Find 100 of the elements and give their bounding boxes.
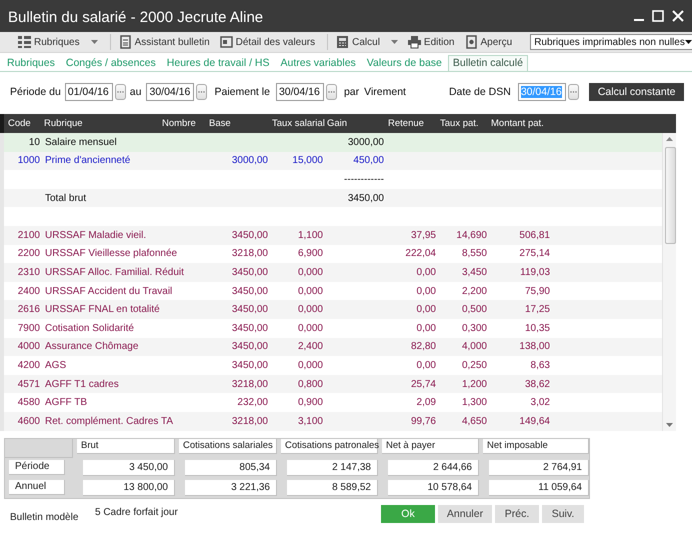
field-label: Paiement le — [214, 86, 270, 98]
scrollbar[interactable] — [662, 133, 676, 430]
column-header: Taux salarial — [271, 118, 323, 129]
table-cell-text: 10 — [28, 136, 40, 148]
table-cell-text: 3,100 — [296, 416, 323, 427]
table-row[interactable]: Total brut 3450,00 — [4, 188, 662, 208]
column-header: Rubrique — [43, 118, 84, 129]
close-icon[interactable] — [672, 10, 684, 22]
scroll-thumb[interactable] — [665, 147, 676, 244]
calc-button[interactable]: Calcul constante — [588, 83, 684, 101]
date-field[interactable]: 30/04/16 — [276, 83, 324, 101]
table-cell-text: 4,000 — [460, 341, 487, 352]
table-cell-text: 0,00 — [416, 304, 436, 316]
toolbar-button[interactable]: Edition — [406, 34, 456, 50]
date-field[interactable]: 01/04/16 — [64, 83, 113, 101]
tab[interactable]: Rubriques — [2, 55, 60, 71]
table-row[interactable]: 2100 URSSAF Maladie vieil. 3450,00 1,100 37,95 14,690 506,81 — [4, 226, 662, 245]
scroll-down-icon — [666, 422, 673, 426]
table-cell-text: 0,00 — [416, 266, 436, 278]
field-label: Période du — [10, 86, 61, 98]
table-cell-text: 75,90 — [524, 286, 550, 297]
table-cell-text: 450,00 — [352, 155, 384, 166]
model-value: 5 Cadre forfait jour — [95, 507, 179, 520]
table-cell-text: 7900 — [16, 322, 40, 334]
table-cell: 2 147,38 — [287, 460, 378, 476]
toolbar-button[interactable]: Assistant bulletin — [116, 34, 212, 50]
table-cell-text: 99,76 — [410, 416, 436, 427]
table-cell-text: 3450,00 — [346, 192, 384, 204]
picker-button[interactable] — [196, 84, 208, 100]
table-cell-text: 6,900 — [296, 248, 323, 260]
table-cell-text: 37,95 — [410, 230, 436, 241]
tab[interactable]: Heures de travail / HS — [162, 55, 274, 71]
column-header: Cotisations patronales — [281, 438, 378, 454]
table-cell-text: 3450,00 — [230, 322, 268, 334]
table-cell-text: 3450,00 — [230, 286, 268, 297]
tab[interactable]: Autres variables — [276, 55, 361, 71]
table-cell-text: 3,02 — [530, 397, 550, 408]
toolbar-button[interactable]: Détail des valeurs — [218, 34, 318, 50]
table-cell-text: 38,62 — [524, 378, 550, 390]
table-cell-text: 0,000 — [296, 360, 323, 371]
table-cell-text: 222,04 — [404, 248, 436, 260]
filter-dropdown[interactable]: Rubriques imprimables non nulles — [530, 34, 692, 50]
table-cell-text: 138,00 — [518, 341, 550, 352]
caret-icon — [390, 40, 398, 44]
table-cell: 13 800,00 — [83, 480, 175, 496]
table-cell-text: 119,03 — [519, 266, 550, 278]
tab[interactable]: Congés / absences — [60, 55, 161, 71]
table-cell-text: 1,100 — [296, 230, 323, 241]
table-cell-text: AGS — [44, 360, 68, 371]
maximize-icon[interactable] — [652, 10, 664, 22]
table-cell-text: 2,400 — [296, 341, 323, 352]
table-cell: 2 764,91 — [489, 460, 589, 476]
table-cell-text: 3,450 — [460, 266, 487, 278]
table-cell-text: 0,300 — [460, 322, 487, 334]
table-cell-text: 2100 — [16, 230, 40, 241]
table-cell-text: 4200 — [16, 360, 40, 371]
dialog-button[interactable]: Annuler — [438, 504, 492, 522]
toolbar-button[interactable]: Aperçu — [462, 34, 514, 50]
table-cell-text: 0,250 — [460, 360, 487, 371]
picker-button[interactable] — [326, 84, 337, 100]
table-cell-text: 3000,00 — [230, 155, 268, 166]
table-cell-text: 1,300 — [460, 397, 487, 408]
table-cell-text: 3000,00 — [346, 136, 384, 148]
caret-icon — [684, 40, 692, 44]
table-row[interactable]: 2616 URSSAF FNAL en totalité 3450,00 0,000 0,00 0,500 17,25 — [4, 300, 662, 319]
date-field[interactable]: 30/04/16 — [146, 83, 194, 101]
table-cell-text: 0,00 — [416, 360, 436, 371]
table-cell-text: Salaire mensuel — [44, 136, 118, 148]
column-header: Net imposable — [483, 438, 589, 454]
picker-button[interactable] — [114, 84, 126, 100]
table-row[interactable]: 4571 AGFF T1 cadres 3218,00 0,800 25,74 1,200 38,62 — [4, 374, 662, 394]
table-row[interactable]: 4000 Assurance Chômage 3450,00 2,400 82,80 4,000 138,00 — [4, 338, 662, 356]
table-cell-text: 275,14 — [518, 248, 550, 260]
scroll-up-icon — [666, 137, 673, 141]
table-cell-text: AGFF TB — [44, 397, 88, 408]
tab[interactable]: Valeurs de base — [362, 55, 447, 71]
picker-button[interactable] — [568, 84, 579, 100]
table-cell-text: AGFF T1 cadres — [44, 378, 120, 390]
toolbar-button[interactable]: Rubriques — [16, 34, 100, 50]
table-cell-text: 4000 — [16, 341, 40, 352]
dialog-button[interactable]: Préc. — [495, 504, 539, 522]
table-cell-text: 2,200 — [460, 286, 487, 297]
toolbar-button[interactable]: Calcul — [334, 34, 400, 50]
column-header: Retenue — [387, 118, 425, 129]
table-cell-text: 0,000 — [296, 322, 323, 334]
table-row[interactable]: 4600 Ret. complément. Cadres TA 3218,00 3,100 99,76 4,650 149,64 — [4, 412, 662, 430]
table-row[interactable]: 10 Salaire mensuel 3000,00 — [4, 133, 662, 152]
table-row[interactable]: 2310 URSSAF Alloc. Familial. Réduit 3450,00 0,000 0,00 3,450 119,03 — [4, 263, 662, 282]
table-row[interactable]: 1000 Prime d'ancienneté 3000,00 15,000 450,00 — [4, 152, 662, 170]
tab[interactable]: Bulletin calculé — [448, 55, 528, 71]
table-cell-text: 0,000 — [296, 304, 323, 316]
dialog-button[interactable]: Suiv. — [542, 504, 584, 522]
table-cell-text: 0,000 — [296, 286, 323, 297]
table-cell-text: 8,63 — [530, 360, 550, 371]
field-label: par — [344, 86, 360, 98]
row-header: Période — [9, 460, 65, 474]
table-cell-text: 2616 — [16, 304, 40, 316]
column-header: Nombre — [161, 118, 197, 129]
table-cell-text: 3218,00 — [230, 378, 268, 390]
table-cell-text: 0,00 — [416, 322, 436, 334]
